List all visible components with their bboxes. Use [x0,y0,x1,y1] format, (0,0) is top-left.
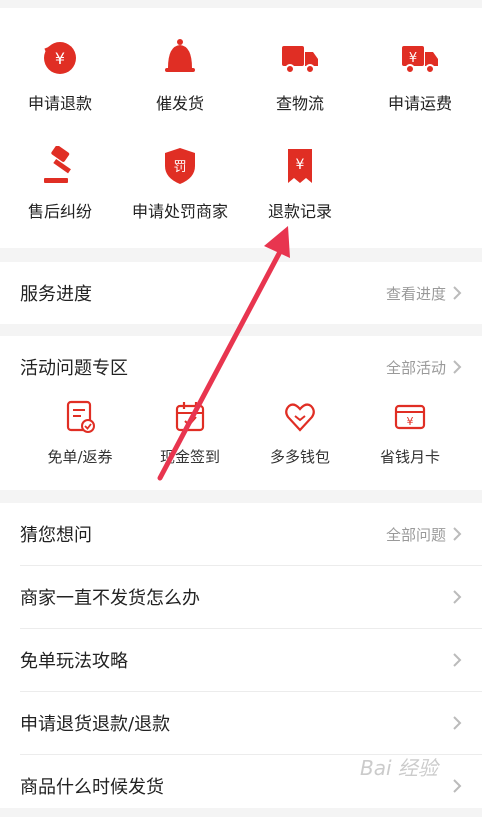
svg-text:¥: ¥ [407,415,414,428]
service-apply-refund[interactable]: ¥ 申请退款 [0,38,120,138]
chevron-right-icon [453,590,462,604]
svg-text:¥: ¥ [296,157,305,173]
question-text: 申请退货退款/退款 [20,714,171,735]
chevron-right-icon [453,286,462,300]
service-urge-shipping[interactable]: 催发货 [120,38,240,138]
freight-yen-truck-icon: ¥ [402,46,438,74]
chevron-right-icon [453,779,462,793]
service-grid: ¥ 申请退款 催发货 查物流 ¥ 申请运费 售后纠纷 罚 申请处罚商家 ¥ 退款… [0,8,482,248]
service-label: 售后纠纷 [27,202,92,221]
chevron-right-icon [453,360,462,374]
faq-question-row[interactable]: 申请退货退款/退款 [0,692,482,754]
service-after-sale-dispute[interactable]: 售后纠纷 [0,146,120,246]
view-progress-link[interactable]: 查看进度 [386,283,446,304]
all-activities-link[interactable]: 全部活动 [386,357,446,378]
service-label: 催发货 [155,94,204,113]
top-spacer [0,0,482,8]
gavel-icon [44,146,71,183]
activity-section: 活动问题专区 全部活动 免单/返券 现金签到 多多钱包 ¥ 省钱月卡 [0,336,482,490]
section-title: 猜您想问 [20,525,92,546]
activity-label: 现金签到 [159,448,220,466]
faq-question-row[interactable]: 免单玩法攻略 [0,629,482,691]
activity-savings-card[interactable]: ¥ 省钱月卡 [350,400,470,480]
faq-header[interactable]: 猜您想问 全部问题 [0,503,482,565]
activity-cash-checkin[interactable]: 现金签到 [130,400,250,480]
service-report-merchant[interactable]: 罚 申请处罚商家 [120,146,240,246]
svg-text:¥: ¥ [55,49,65,68]
svg-text:¥: ¥ [409,51,417,66]
service-label: 查物流 [275,94,324,113]
faq-question-row[interactable]: 商家一直不发货怎么办 [0,566,482,628]
activity-label: 省钱月卡 [379,448,440,466]
truck-icon [282,46,318,74]
svg-text:罚: 罚 [173,160,186,175]
penalty-shield-icon: 罚 [165,148,195,184]
section-title: 活动问题专区 [20,358,128,379]
refund-record-icon: ¥ [288,149,312,183]
activity-label: 多多钱包 [269,448,330,466]
activity-header[interactable]: 活动问题专区 全部活动 [0,336,482,398]
watermark: Bai 经验 [360,756,438,780]
yen-card-icon: ¥ [394,404,426,430]
bell-icon [165,39,195,72]
heart-wallet-icon [285,403,315,432]
service-refund-record[interactable]: ¥ 退款记录 [240,146,360,246]
service-track-logistics[interactable]: 查物流 [240,38,360,138]
activity-label: 免单/返券 [47,448,113,466]
calendar-check-icon [175,402,205,432]
refund-yen-icon: ¥ [44,42,76,74]
service-label: 申请退款 [27,94,92,113]
activity-duoduo-wallet[interactable]: 多多钱包 [240,400,360,480]
service-label: 退款记录 [267,202,332,221]
all-questions-link[interactable]: 全部问题 [386,524,446,545]
row-title: 服务进度 [20,284,92,305]
question-text: 免单玩法攻略 [20,651,128,672]
service-progress-row[interactable]: 服务进度 查看进度 [0,262,482,324]
service-label: 申请运费 [387,94,452,113]
question-text: 商品什么时候发货 [20,777,164,798]
chevron-right-icon [453,716,462,730]
service-apply-freight[interactable]: ¥ 申请运费 [360,38,480,138]
service-label: 申请处罚商家 [131,202,228,221]
activity-free-order-coupon[interactable]: 免单/返券 [20,400,140,480]
question-text: 商家一直不发货怎么办 [20,588,200,609]
chevron-right-icon [453,527,462,541]
chevron-right-icon [453,653,462,667]
coupon-doc-icon [66,400,95,433]
